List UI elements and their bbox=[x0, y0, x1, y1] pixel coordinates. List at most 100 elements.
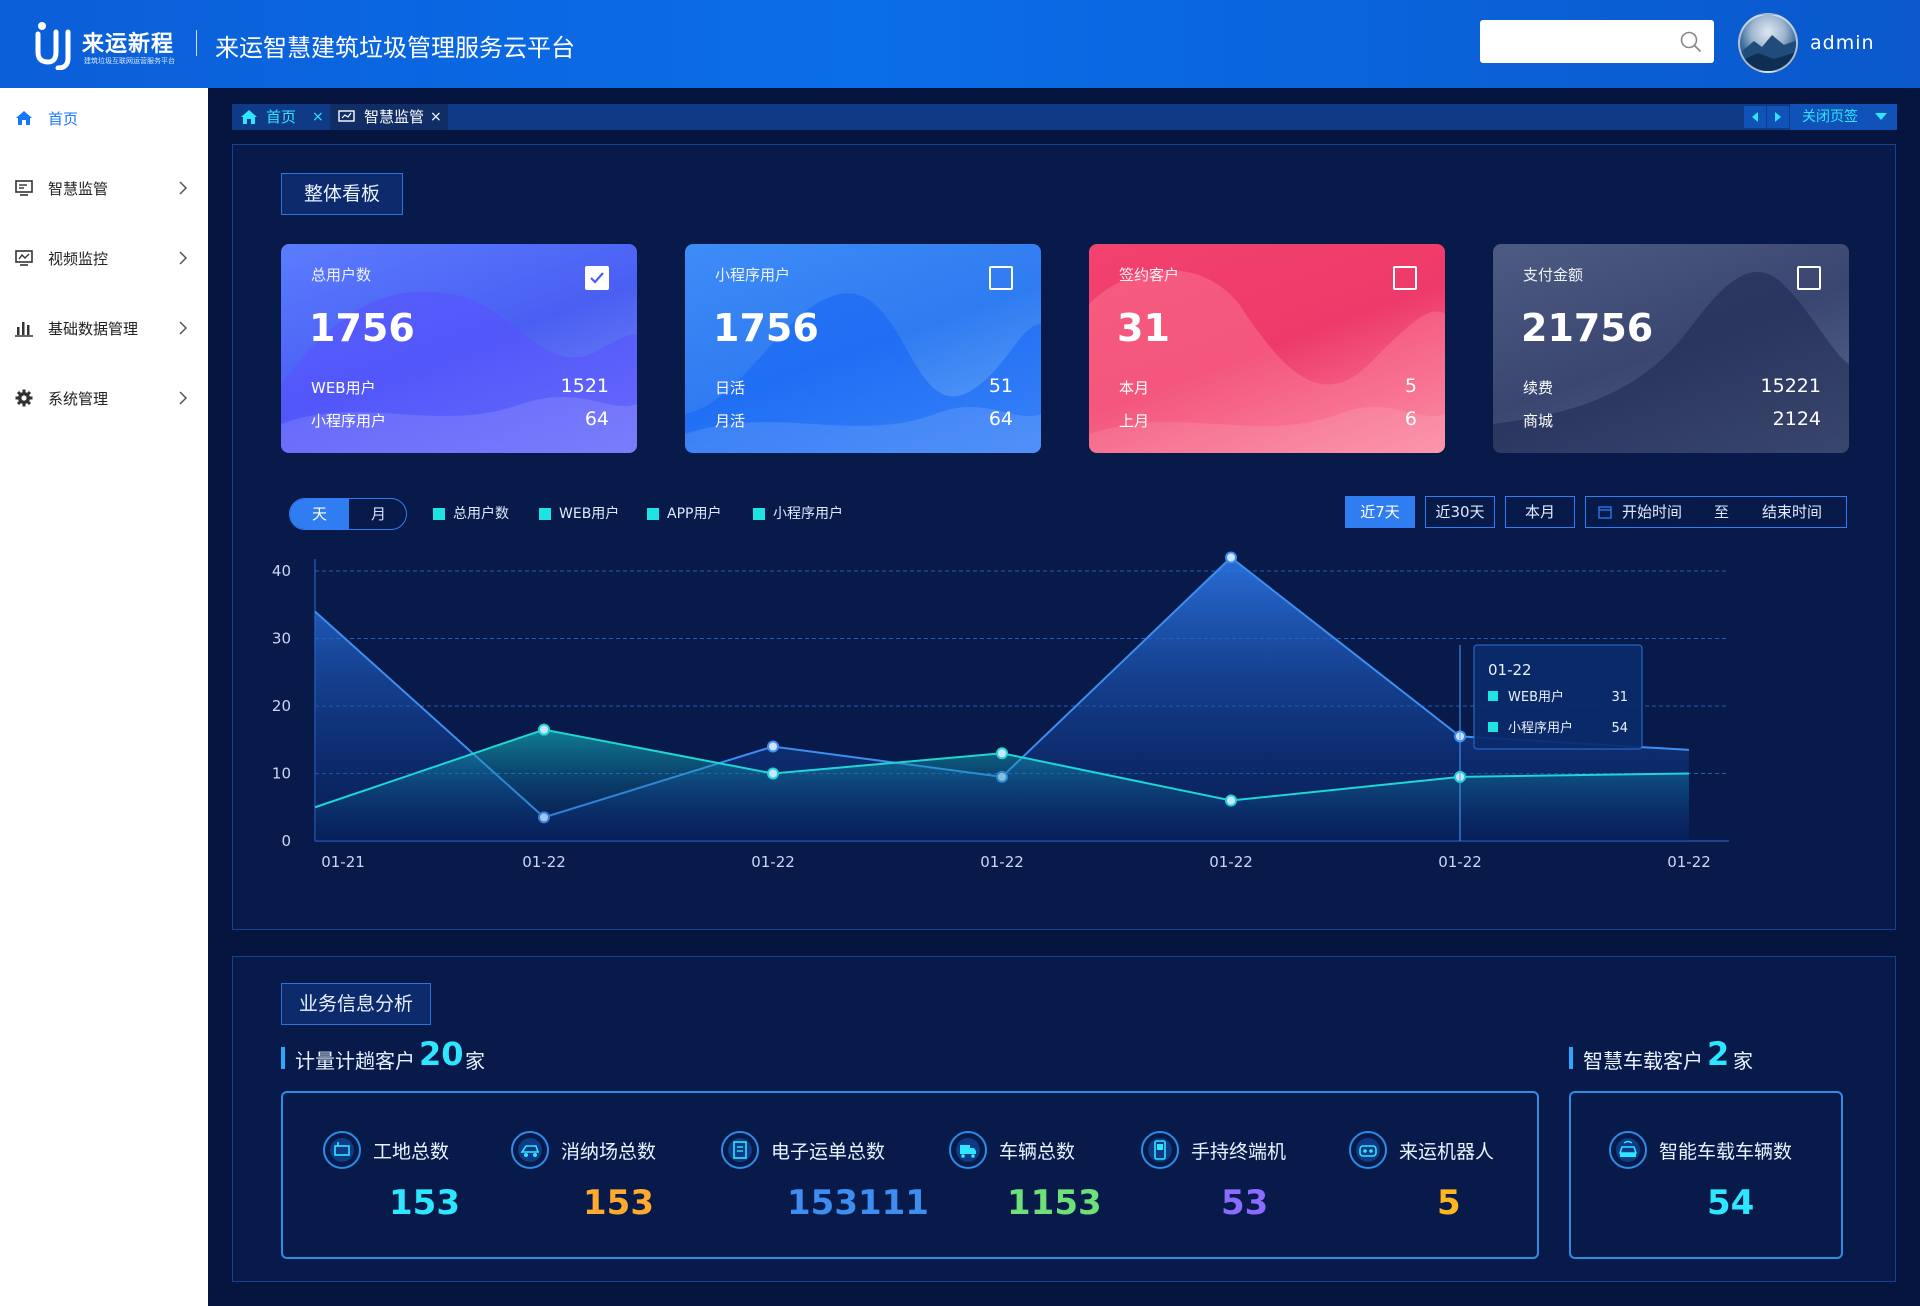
robot-icon bbox=[1349, 1131, 1387, 1169]
card-value: 21756 bbox=[1521, 306, 1654, 350]
card-checkbox[interactable] bbox=[989, 266, 1013, 290]
heading-accent-bar bbox=[1569, 1047, 1573, 1069]
stat-disposal-sites[interactable]: 消纳场总数 153 bbox=[509, 1129, 669, 1229]
top-header: 来运新程 建筑垃圾互联网运营服务平台 来运智慧建筑垃圾管理服务云平台 admin bbox=[0, 0, 1920, 88]
sidebar-item-label: 智慧监管 bbox=[48, 180, 109, 198]
heading-label: 智慧车载客户 bbox=[1583, 1049, 1703, 1073]
stat-construction-sites[interactable]: 工地总数 153 bbox=[321, 1129, 471, 1229]
sidebar-item-label: 首页 bbox=[48, 110, 79, 128]
card-row1-value: 1521 bbox=[560, 375, 609, 397]
stat-value: 54 bbox=[1707, 1183, 1755, 1223]
card-title: 总用户数 bbox=[311, 266, 372, 284]
disposal-site-icon bbox=[511, 1131, 549, 1169]
tab-close-button[interactable]: × bbox=[312, 104, 324, 130]
stat-card-total-users[interactable]: 总用户数 1756 WEB用户 1521 小程序用户 64 bbox=[281, 244, 637, 453]
legend-swatch bbox=[433, 508, 445, 520]
data-point bbox=[538, 723, 550, 736]
search-box[interactable] bbox=[1480, 20, 1714, 63]
period-day-button[interactable]: 天 bbox=[290, 499, 349, 529]
logo: 来运新程 建筑垃圾互联网运营服务平台 bbox=[34, 18, 182, 70]
stat-smart-vehicles[interactable]: 智能车载车辆数 54 bbox=[1607, 1129, 1827, 1229]
stat-card-signed-customers[interactable]: 签约客户 31 本月 5 上月 6 bbox=[1089, 244, 1445, 453]
sidebar-item-label: 基础数据管理 bbox=[48, 320, 139, 338]
stat-label: 工地总数 bbox=[373, 1141, 450, 1163]
card-checkbox[interactable] bbox=[1797, 266, 1821, 290]
close-tabs-label: 关闭页签 bbox=[1802, 109, 1858, 125]
sidebar-item-video-monitoring[interactable]: 视频监控 bbox=[0, 238, 208, 278]
card-row2-label: 月活 bbox=[715, 412, 746, 430]
tab-label: 首页 bbox=[266, 108, 297, 126]
card-row1-label: 日活 bbox=[715, 379, 746, 397]
sidebar-item-basic-data[interactable]: 基础数据管理 bbox=[0, 308, 208, 348]
stat-value: 153 bbox=[583, 1183, 654, 1223]
truck-icon bbox=[949, 1131, 987, 1169]
date-range-picker[interactable]: 开始时间 至 结束时间 bbox=[1585, 496, 1847, 528]
card-row1-label: 本月 bbox=[1119, 379, 1150, 397]
tab-close-button[interactable]: × bbox=[430, 104, 442, 130]
stat-handheld-terminals[interactable]: 手持终端机 53 bbox=[1139, 1129, 1299, 1229]
system-title: 来运智慧建筑垃圾管理服务云平台 bbox=[215, 34, 575, 62]
start-date-input[interactable]: 开始时间 bbox=[1622, 497, 1682, 527]
heading-count: 2 bbox=[1707, 1035, 1730, 1073]
legend-label: 小程序用户 bbox=[773, 506, 843, 522]
section-title-overview: 整体看板 bbox=[281, 173, 403, 215]
stat-label: 消纳场总数 bbox=[561, 1141, 657, 1163]
stat-card-payment-amount[interactable]: 支付金额 21756 续费 15221 商城 2124 bbox=[1493, 244, 1849, 453]
search-input[interactable] bbox=[1480, 20, 1670, 63]
stat-robots[interactable]: 来运机器人 5 bbox=[1347, 1129, 1507, 1229]
avatar[interactable] bbox=[1738, 13, 1798, 73]
period-month-button[interactable]: 月 bbox=[349, 499, 406, 529]
smart-vehicle-customers-heading: 智慧车载客户 2 家 bbox=[1569, 1035, 1869, 1073]
stat-card-miniapp-users[interactable]: 小程序用户 1756 日活 51 月活 64 bbox=[685, 244, 1041, 453]
username[interactable]: admin bbox=[1810, 32, 1875, 54]
tab-scroll-left-button[interactable] bbox=[1744, 106, 1766, 128]
chevron-right-icon bbox=[179, 251, 188, 265]
chevron-right-icon bbox=[179, 321, 188, 335]
card-value: 31 bbox=[1117, 306, 1170, 350]
sidebar-item-system[interactable]: 系统管理 bbox=[0, 378, 208, 418]
end-date-input[interactable]: 结束时间 bbox=[1762, 497, 1822, 527]
tooltip-row-label: WEB用户 bbox=[1508, 689, 1564, 705]
heading-accent-bar bbox=[281, 1047, 285, 1069]
x-tick-label: 01-21 bbox=[321, 853, 365, 871]
logo-mark-icon bbox=[35, 22, 71, 70]
header-divider bbox=[196, 30, 197, 56]
home-icon bbox=[16, 111, 32, 125]
tooltip-swatch bbox=[1488, 691, 1498, 701]
tab-scroll-right-button[interactable] bbox=[1767, 106, 1789, 128]
date-range-separator: 至 bbox=[1714, 503, 1730, 521]
metered-customers-heading: 计量计趟客户 20 家 bbox=[281, 1035, 581, 1073]
range-30-days-button[interactable]: 近30天 bbox=[1425, 496, 1495, 528]
sidebar-item-label: 系统管理 bbox=[48, 390, 109, 408]
search-icon[interactable] bbox=[1680, 31, 1702, 53]
stat-value: 153111 bbox=[787, 1183, 929, 1223]
section-title-business: 业务信息分析 bbox=[281, 983, 431, 1025]
range-this-month-button[interactable]: 本月 bbox=[1505, 496, 1575, 528]
sidebar-item-home[interactable]: 首页 bbox=[0, 98, 208, 138]
data-point bbox=[767, 740, 779, 753]
stat-value: 1153 bbox=[1007, 1183, 1102, 1223]
tab-home[interactable]: 首页 × bbox=[232, 104, 328, 130]
x-tick-label: 01-22 bbox=[1209, 853, 1253, 871]
card-value: 1756 bbox=[309, 306, 415, 350]
tab-smart-supervision[interactable]: 智慧监管 × bbox=[330, 104, 448, 130]
stat-e-waybills[interactable]: 电子运单总数 153111 bbox=[719, 1129, 929, 1229]
tab-label: 智慧监管 bbox=[364, 108, 425, 126]
data-point bbox=[1225, 551, 1237, 564]
sidebar: 首页 智慧监管 视频监控 基础数据管理 系统管理 bbox=[0, 88, 208, 1306]
sidebar-item-smart-supervision[interactable]: 智慧监管 bbox=[0, 168, 208, 208]
card-row1-value: 51 bbox=[988, 375, 1013, 397]
stat-vehicles[interactable]: 车辆总数 1153 bbox=[947, 1129, 1102, 1229]
stat-value: 153 bbox=[389, 1183, 460, 1223]
stat-value: 5 bbox=[1437, 1183, 1461, 1223]
range-7-days-button[interactable]: 近7天 bbox=[1345, 496, 1415, 528]
card-checkbox[interactable] bbox=[585, 266, 609, 290]
chevron-right-icon bbox=[179, 181, 188, 195]
close-tabs-dropdown[interactable]: 关闭页签 bbox=[1790, 104, 1897, 130]
legend-label: 总用户数 bbox=[453, 506, 509, 522]
card-checkbox[interactable] bbox=[1393, 266, 1417, 290]
y-tick-label: 20 bbox=[272, 697, 291, 715]
page-tabs-bar: 首页 × 智慧监管 × 关闭页签 bbox=[232, 104, 1897, 130]
data-point bbox=[996, 747, 1008, 760]
smart-vehicle-stats-box: 智能车载车辆数 54 bbox=[1569, 1091, 1843, 1259]
